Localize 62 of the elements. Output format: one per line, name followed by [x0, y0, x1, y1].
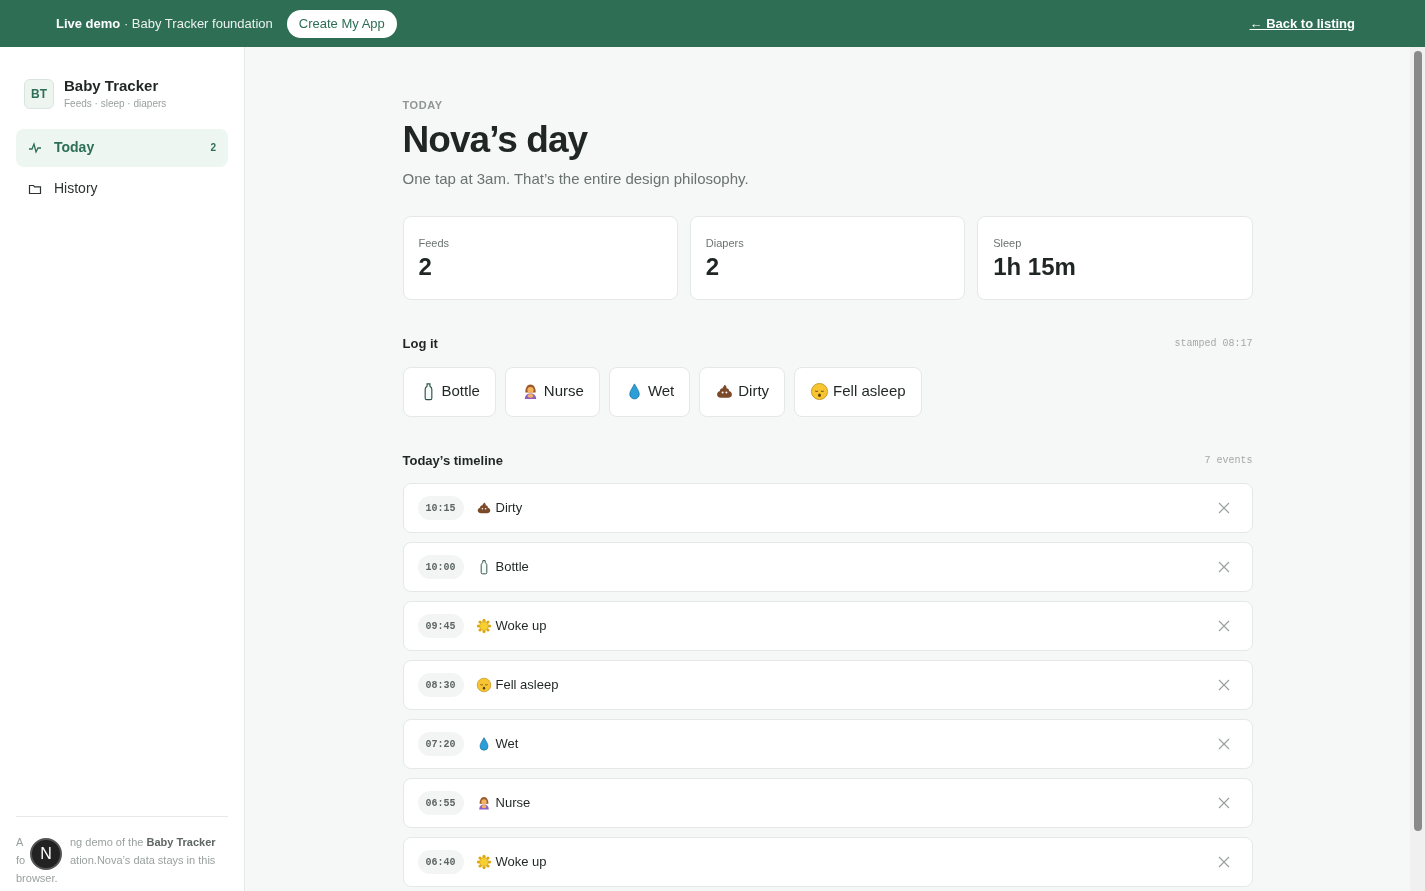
- time-pill: 07:20: [417, 732, 464, 756]
- close-icon[interactable]: [1217, 797, 1230, 809]
- poop-icon: [715, 382, 735, 401]
- eyebrow: TODAY: [402, 98, 444, 113]
- sleepy-face-icon: [475, 677, 492, 693]
- footer-text: ng demo of the Baby Tracker: [70, 835, 217, 850]
- stat-value: 1h 15m: [993, 251, 1077, 282]
- event-label: Woke up: [495, 617, 547, 636]
- sun-icon: [475, 618, 492, 634]
- time-pill: 06:55: [417, 791, 464, 815]
- time-pill: 06:40: [417, 850, 464, 874]
- event-label: Dirty: [495, 499, 523, 518]
- footer-text: fo: [16, 853, 26, 868]
- event-label: Bottle: [495, 558, 529, 577]
- stamp-text: stamped 08:17: [1174, 337, 1253, 352]
- app-name: Baby Tracker: [64, 77, 160, 96]
- time-pill: 10:00: [417, 555, 464, 579]
- close-icon[interactable]: [1217, 502, 1230, 514]
- close-icon[interactable]: [1217, 856, 1230, 868]
- event-count: 7 events: [1204, 453, 1253, 468]
- back-link[interactable]: ← Back to listing: [1249, 13, 1355, 34]
- log-button[interactable]: Bottle: [402, 366, 496, 417]
- close-icon[interactable]: [1217, 620, 1230, 632]
- sleepy-face-icon: [810, 382, 830, 401]
- event-label: Fell asleep: [495, 676, 559, 695]
- nav-item[interactable]: History: [16, 169, 228, 208]
- count-label: 2: [210, 141, 216, 156]
- stat-label: Feeds: [418, 236, 451, 251]
- footer-text: ation.Nova’s data stays in this: [70, 853, 217, 868]
- activity-icon: [28, 140, 42, 155]
- stat-label: Sleep: [993, 236, 1023, 251]
- banner-text: Live demo · Baby Tracker foundation: [56, 14, 273, 33]
- app-logo: BT: [24, 78, 54, 109]
- stat-label: Diapers: [705, 236, 745, 251]
- footer-text: browser.: [16, 871, 58, 886]
- stat-value: 2: [418, 251, 433, 282]
- footer-text: A: [16, 835, 24, 850]
- stat-value: 2: [705, 251, 721, 282]
- event-label: Woke up: [495, 853, 547, 872]
- time-pill: 10:15: [417, 496, 464, 520]
- page-subtitle: One tap at 3am. That’s the entire design philosophy.: [402, 168, 750, 189]
- scrollbar[interactable]: [1410, 47, 1425, 891]
- time-pill: 09:45: [417, 614, 464, 638]
- avatar[interactable]: N: [30, 838, 62, 870]
- log-button[interactable]: Dirty: [699, 366, 786, 417]
- time-pill: 08:30: [417, 673, 464, 697]
- log-button[interactable]: Fell asleep: [794, 366, 922, 417]
- close-icon[interactable]: [1217, 679, 1230, 691]
- app-tagline: Feeds · sleep · diapers: [64, 96, 167, 111]
- sun-icon: [475, 854, 492, 870]
- section-title: Today’s timeline: [402, 451, 503, 470]
- nav-item[interactable]: Today 2: [16, 128, 228, 167]
- page-title: Nova’s day: [402, 117, 589, 162]
- event-label: Nurse: [495, 794, 531, 813]
- event-label: Wet: [495, 735, 519, 754]
- create-app-button[interactable]: Create My App: [286, 9, 397, 38]
- log-button[interactable]: Nurse: [504, 366, 600, 417]
- close-icon[interactable]: [1217, 561, 1230, 573]
- section-title: Log it: [402, 335, 438, 353]
- poop-icon: [475, 500, 492, 516]
- log-button[interactable]: Wet: [608, 366, 691, 417]
- close-icon[interactable]: [1217, 738, 1230, 750]
